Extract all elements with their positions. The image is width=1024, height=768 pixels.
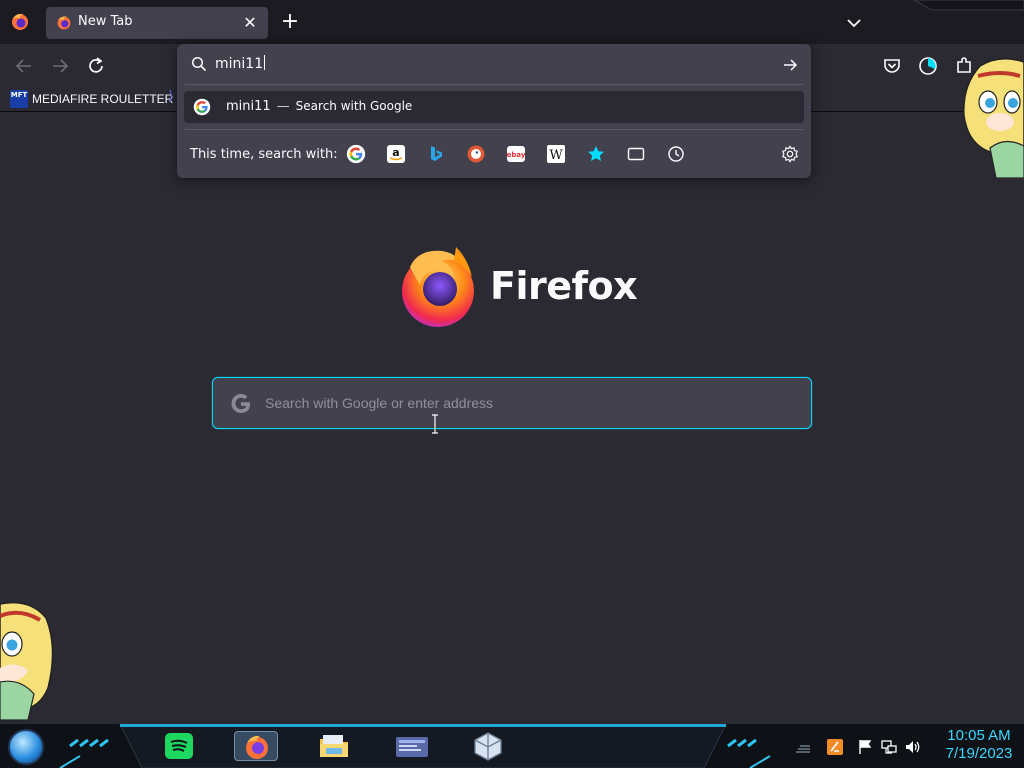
urlbar-input-row[interactable]: mini11 (177, 44, 811, 84)
go-arrow-icon[interactable] (781, 56, 799, 74)
tab-new-tab[interactable]: New Tab ✕ (46, 7, 268, 39)
list-all-tabs-chevron-icon[interactable] (843, 12, 865, 34)
back-arrow-icon[interactable] (12, 54, 36, 78)
taskbar-file-explorer-button[interactable] (312, 731, 356, 761)
character-sticker-bottom-left (0, 601, 54, 721)
window-frame-decoration (914, 0, 1024, 11)
amazon-icon[interactable]: a (386, 144, 406, 164)
search-icon (191, 56, 207, 72)
svg-text:ebay: ebay (507, 151, 526, 159)
clock-date: 7/19/2023 (945, 745, 1013, 762)
svg-text:W: W (549, 148, 563, 163)
history-icon[interactable] (666, 144, 686, 164)
google-icon[interactable] (346, 144, 366, 164)
bookmark-favicon: MFT (10, 90, 28, 108)
new-tab-button[interactable]: + (278, 11, 302, 35)
tab-title: New Tab (78, 14, 133, 29)
firefox-favicon-icon (57, 16, 71, 30)
google-icon (193, 98, 211, 116)
taskbar-clock[interactable]: 10:05 AM 7/19/2023 (936, 727, 1022, 763)
bookmark-partial-icon[interactable]: ⟩ (168, 88, 173, 104)
action-center-flag-icon[interactable] (856, 738, 874, 756)
newtab-search-box[interactable]: Search with Google or enter address (212, 377, 812, 429)
wikipedia-icon[interactable]: W (546, 144, 566, 164)
file-explorer-icon (320, 735, 348, 757)
suggestion-action: Search with Google (295, 99, 413, 113)
bookmarks-icon[interactable] (586, 144, 606, 164)
taskbar-firefox-button[interactable] (234, 731, 278, 761)
search-suggestion-row[interactable]: mini11 — Search with Google (184, 91, 804, 123)
reload-icon[interactable] (84, 54, 108, 78)
tab-close-icon[interactable]: ✕ (240, 13, 260, 33)
forward-arrow-icon[interactable] (48, 54, 72, 78)
pocket-icon[interactable] (880, 54, 904, 78)
suggestion-query: mini11 (226, 99, 271, 114)
account-icon[interactable] (916, 54, 940, 78)
taskbar-spotify-button[interactable] (157, 731, 201, 761)
divider (185, 84, 803, 85)
firefox-logo-icon (402, 247, 474, 327)
text-caret (264, 55, 266, 70)
tray-app-icon[interactable] (826, 738, 844, 756)
spotify-icon (165, 733, 193, 759)
google-g-icon (231, 394, 250, 413)
tab-strip: New Tab ✕ + (0, 0, 1024, 44)
svg-text:a: a (392, 146, 399, 159)
firefox-wordmark: Firefox (490, 264, 638, 308)
firefox-menu-icon[interactable] (10, 12, 30, 32)
one-off-search-label: This time, search with: (190, 147, 338, 162)
ibeam-cursor-icon (432, 414, 438, 434)
character-sticker-top-right (963, 58, 1024, 178)
ebay-icon[interactable]: ebay (506, 144, 526, 164)
suggestion-text: mini11 — Search with Google (226, 99, 412, 114)
firefox-icon (246, 735, 268, 759)
system-tray (790, 730, 930, 762)
newtab-search-placeholder: Search with Google or enter address (265, 395, 494, 411)
network-icon[interactable] (880, 738, 898, 756)
start-button[interactable] (8, 729, 44, 765)
clock-time: 10:05 AM (947, 727, 1011, 744)
virtualbox-icon (474, 732, 502, 761)
volume-icon[interactable] (904, 738, 922, 756)
gear-icon[interactable] (781, 145, 799, 163)
mail-icon (396, 737, 428, 757)
urlbar-results-popup: mini11 mini11 — Search with Google This ti… (177, 44, 811, 178)
divider (185, 129, 803, 130)
bookmark-mediafire-rouletter[interactable]: MFT MEDIAFIRE ROULETTER (10, 89, 173, 109)
tabs-icon[interactable] (626, 144, 646, 164)
urlbar-input[interactable]: mini11 (215, 55, 266, 72)
urlbar-typed-text: mini11 (215, 56, 264, 72)
taskbar-virtualbox-button[interactable] (466, 731, 510, 761)
suggestion-separator: — (276, 99, 290, 114)
taskbar-mail-button[interactable] (390, 731, 434, 761)
bing-icon[interactable] (426, 144, 446, 164)
bookmark-label: MEDIAFIRE ROULETTER (32, 92, 174, 106)
duckduckgo-icon[interactable] (466, 144, 486, 164)
tray-expand-icon[interactable] (794, 738, 812, 756)
